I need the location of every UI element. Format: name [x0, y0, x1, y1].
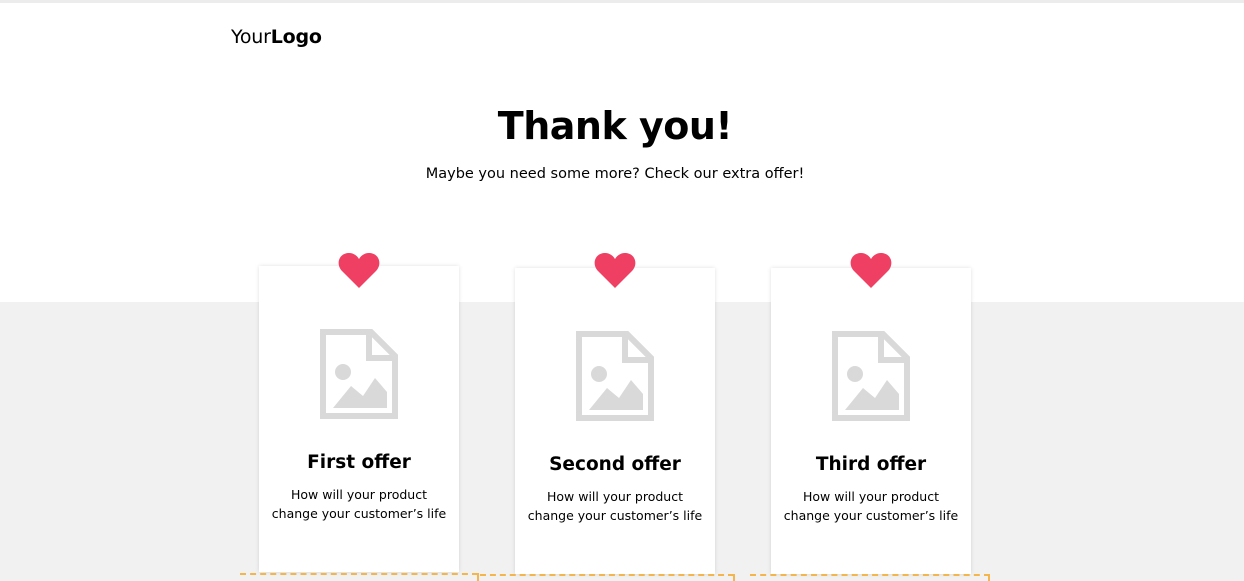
page-title: Thank you! — [497, 104, 733, 148]
offer-description: How will your product change your custom… — [781, 487, 961, 525]
heart-icon — [594, 252, 636, 288]
top-border — [0, 0, 1244, 3]
offer-title: Second offer — [549, 454, 681, 475]
offer-description-line: change your customer’s life — [783, 508, 959, 523]
offer-title: Third offer — [815, 454, 927, 475]
logo[interactable]: YourLogo — [231, 26, 322, 48]
offer-description-line: change your customer’s life — [527, 508, 703, 523]
offer-description-line: How will your product — [802, 489, 940, 504]
offer-title: First offer — [307, 452, 411, 473]
offer-card-third[interactable]: Third offer How will your product change… — [771, 268, 971, 574]
page-subtitle: Maybe you need some more? Check our extr… — [425, 166, 805, 182]
logo-text-light: Your — [231, 26, 271, 48]
image-placeholder-icon — [576, 331, 654, 421]
heart-icon — [338, 252, 380, 288]
offer-description: How will your product change your custom… — [525, 487, 705, 525]
offer-description: How will your product change your custom… — [269, 485, 449, 523]
offer-card-first[interactable]: First offer How will your product change… — [259, 266, 459, 572]
outline-edge — [477, 573, 479, 581]
offer-button-outline[interactable] — [480, 574, 734, 581]
image-placeholder-icon — [832, 331, 910, 421]
image-placeholder-icon — [320, 329, 398, 419]
logo-text-bold: Logo — [270, 26, 322, 48]
outline-edge — [733, 574, 735, 581]
offer-description-line: change your customer’s life — [271, 506, 447, 521]
offer-button-outline[interactable] — [240, 573, 478, 581]
offer-button-outline[interactable] — [750, 574, 990, 581]
offer-card-second[interactable]: Second offer How will your product chang… — [515, 268, 715, 574]
heart-icon — [850, 252, 892, 288]
outline-edge — [988, 574, 990, 581]
offer-description-line: How will your product — [546, 489, 684, 504]
offer-description-line: How will your product — [290, 487, 428, 502]
